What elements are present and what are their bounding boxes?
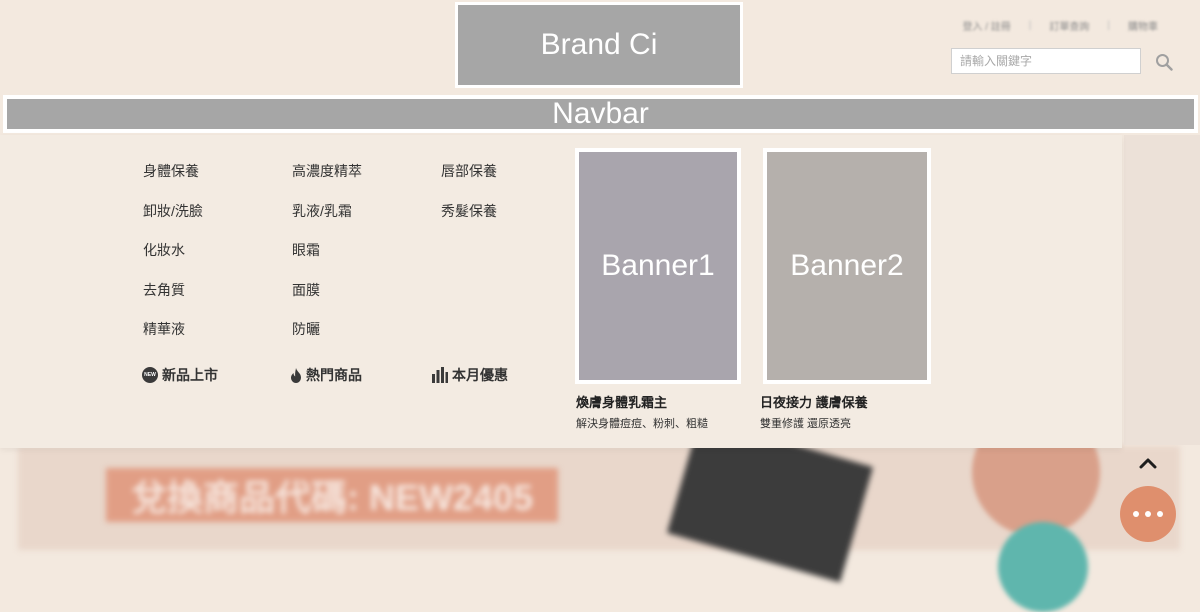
- chevron-up-icon: [1139, 458, 1157, 469]
- back-to-top-button[interactable]: [1136, 452, 1160, 474]
- new-arrivals-label: 新品上市: [162, 367, 218, 383]
- menu-column-2: 高濃度精萃 乳液/乳霜 眼霜 面膜 防曬: [292, 161, 362, 359]
- new-badge-icon: NEW: [142, 367, 158, 383]
- util-divider: |: [1028, 20, 1032, 31]
- menu-link-monthly-deals[interactable]: 本月優惠: [432, 365, 508, 385]
- hot-products-label: 熱門商品: [306, 367, 362, 383]
- mega-menu-dropdown: 身體保養 卸妝/洗臉 化妝水 去角質 精華液 高濃度精萃 乳液/乳霜 眼霜 面膜…: [0, 135, 1122, 448]
- promo-circle-badge-teal: [998, 522, 1088, 612]
- chat-dots-icon: [1133, 511, 1163, 517]
- header-util-links: 登入 / 註冊 | 訂單查詢 | 購物車: [962, 18, 1158, 33]
- banner-1-subtitle: 解決身體痘痘、粉刺、粗糙: [576, 418, 708, 430]
- menu-item-cleanser[interactable]: 卸妝/洗臉: [143, 201, 203, 241]
- menu-link-hot-products[interactable]: 熱門商品: [290, 365, 362, 385]
- menu-item-exfoliant[interactable]: 去角質: [143, 280, 203, 320]
- menu-item-toner[interactable]: 化妝水: [143, 240, 203, 280]
- menu-item-lip-care[interactable]: 唇部保養: [441, 161, 497, 201]
- search-icon: [1156, 54, 1173, 71]
- cart-link[interactable]: 購物車: [1128, 18, 1158, 33]
- brand-logo-placeholder[interactable]: Brand Ci: [455, 2, 743, 88]
- bar-chart-icon: [432, 367, 448, 383]
- search-input[interactable]: [951, 48, 1141, 74]
- page-background-edge: [1124, 135, 1200, 445]
- menu-item-moisturizer[interactable]: 乳液/乳霜: [292, 201, 362, 241]
- monthly-deals-label: 本月優惠: [452, 367, 508, 383]
- search-button[interactable]: [1152, 50, 1176, 74]
- fire-icon: [291, 367, 301, 383]
- menu-item-mask[interactable]: 面膜: [292, 280, 362, 320]
- menu-item-body-care[interactable]: 身體保養: [143, 161, 203, 201]
- menu-item-sunscreen[interactable]: 防曬: [292, 319, 362, 359]
- banner-2-title[interactable]: 日夜接力 護膚保養: [760, 392, 868, 411]
- promo-code-banner: 兌換商品代碼: NEW2405: [106, 468, 558, 522]
- banner-1-title[interactable]: 煥膚身體乳霜主: [576, 392, 667, 411]
- order-query-link[interactable]: 訂單查詢: [1049, 18, 1089, 33]
- banner-2-subtitle: 雙重修護 還原透亮: [760, 418, 852, 430]
- menu-column-3: 唇部保養 秀髮保養: [441, 161, 497, 240]
- menu-item-hair-care[interactable]: 秀髮保養: [441, 201, 497, 241]
- menu-link-new-arrivals[interactable]: NEW 新品上市: [142, 365, 218, 385]
- menu-item-booster[interactable]: 高濃度精萃: [292, 161, 362, 201]
- util-divider: |: [1107, 20, 1110, 31]
- menu-banner-1[interactable]: Banner1: [575, 148, 741, 384]
- menu-item-serum[interactable]: 精華液: [143, 319, 203, 359]
- menu-item-eye-cream[interactable]: 眼霜: [292, 240, 362, 280]
- menu-column-1: 身體保養 卸妝/洗臉 化妝水 去角質 精華液: [143, 161, 203, 359]
- login-link[interactable]: 登入 / 註冊: [962, 18, 1010, 33]
- chat-button[interactable]: [1120, 486, 1176, 542]
- navbar-placeholder[interactable]: Navbar: [3, 95, 1198, 133]
- menu-banner-2[interactable]: Banner2: [763, 148, 931, 384]
